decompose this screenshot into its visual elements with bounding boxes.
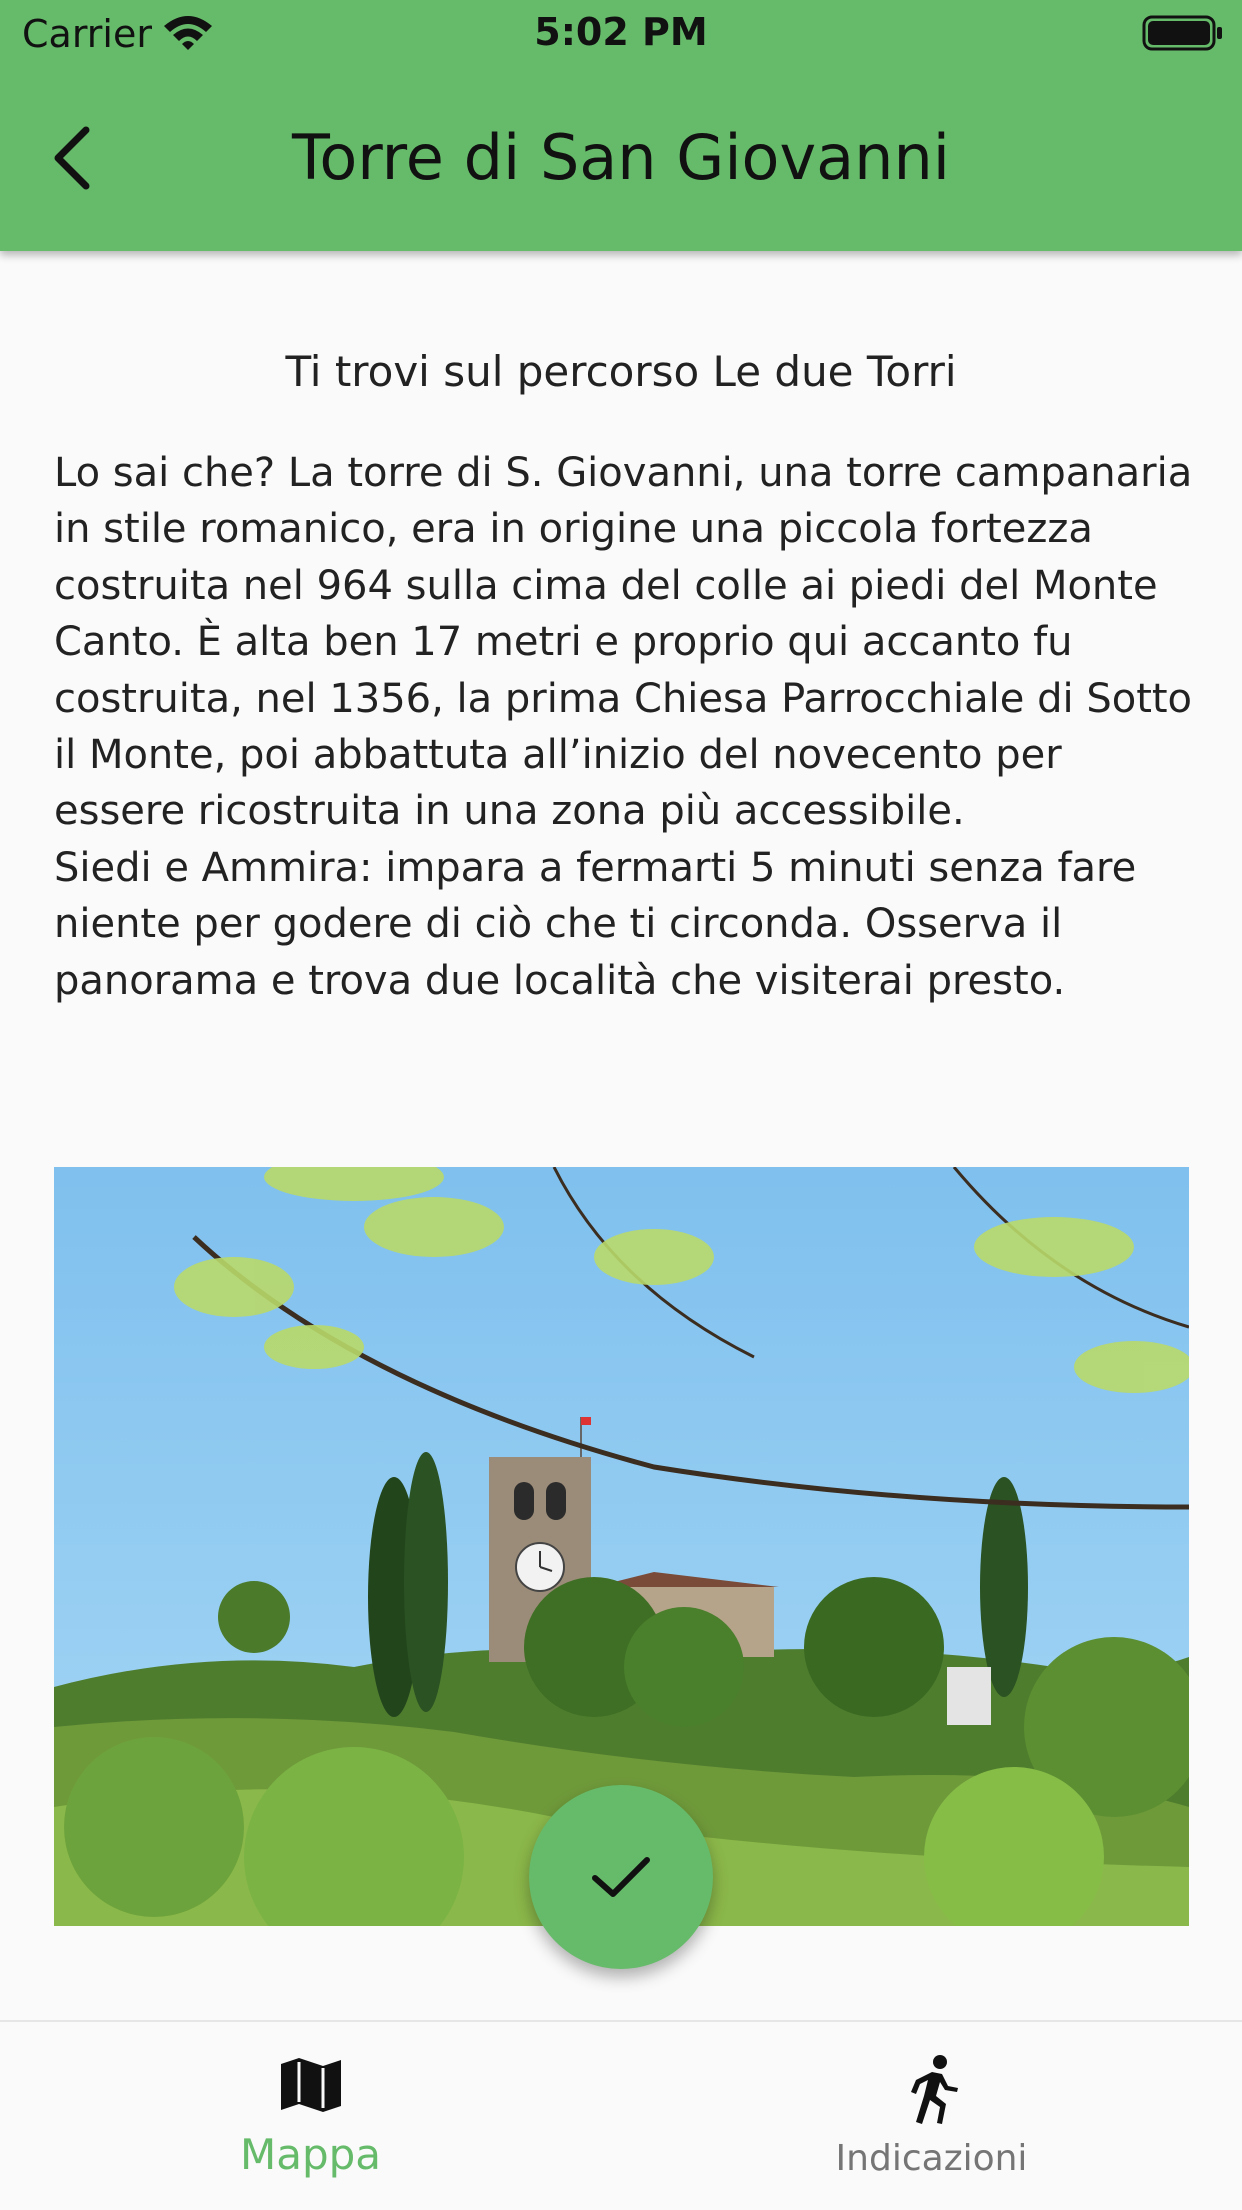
description-paragraph: Siedi e Ammira: impara a fermarti 5 minu… xyxy=(54,844,1137,1004)
nav-item-directions[interactable]: Indicazioni xyxy=(621,2022,1242,2210)
clock: 5:02 PM xyxy=(534,10,708,54)
nav-item-map[interactable]: Mappa xyxy=(0,2022,621,2210)
map-icon xyxy=(280,2058,341,2112)
bottom-navigation: Mappa Indicazioni xyxy=(0,2020,1242,2210)
nav-label-map: Mappa xyxy=(239,2130,382,2179)
check-icon xyxy=(592,1857,650,1897)
directions-run-icon xyxy=(910,2055,958,2124)
app-bar: Torre di San Giovanni xyxy=(0,66,1242,251)
top-bar: Carrier 5:02 PM Torre di San Giovanni xyxy=(0,0,1242,251)
confirm-button[interactable] xyxy=(529,1785,713,1969)
page-title: Torre di San Giovanni xyxy=(292,121,950,194)
route-text: Ti trovi sul percorso Le due Torri xyxy=(285,347,957,396)
status-bar: Carrier 5:02 PM xyxy=(0,0,1242,66)
description-paragraph: Lo sai che? La torre di S. Giovanni, una… xyxy=(54,450,1193,835)
battery-icon xyxy=(1142,14,1224,56)
description: Lo sai che? La torre di S. Giovanni, una… xyxy=(54,445,1194,1009)
nav-label-directions: Indicazioni xyxy=(835,2138,1028,2179)
